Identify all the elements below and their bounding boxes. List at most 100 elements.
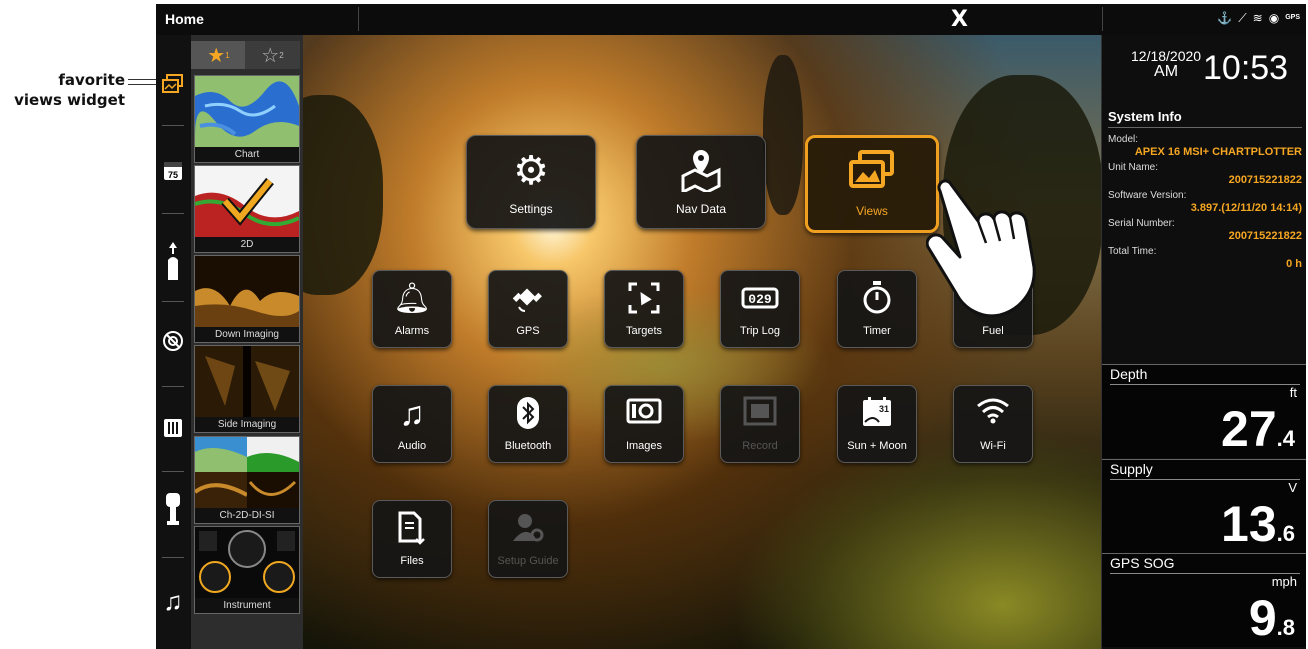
time-label: 10:53 [1203,49,1289,87]
tile-label: Down Imaging [195,327,299,342]
side-imaging-thumbnail [195,346,299,417]
views-button[interactable]: Views [805,135,939,233]
gps-button[interactable]: GPS [488,270,568,348]
star-outline-icon: ☆ [261,44,280,67]
annotation-label: favorite views widget [0,70,125,110]
svg-text:75: 75 [168,170,178,180]
down-imaging-thumbnail [195,256,299,327]
supply-gauge[interactable]: Supply V 13.6 [1102,459,1306,553]
gauge-name: GPS SOG [1110,555,1175,571]
info-row-unit-name: Unit Name: 200715221822 [1108,162,1302,186]
temperature-widget-icon[interactable]: 75 [160,157,186,183]
rail-divider [162,386,184,387]
favorite-view-ch-2d-di-si[interactable]: Ch-2D-DI-SI [194,436,300,524]
setup-guide-button[interactable]: Setup Guide [488,500,568,578]
info-row-total-time: Total Time: 0 h [1108,246,1302,270]
wifi-icon [954,396,1032,433]
wifi-button[interactable]: Wi-Fi [953,385,1033,463]
info-row-model: Model: APEX 16 MSI+ CHARTPLOTTER [1108,134,1302,158]
tile-label: Instrument [195,598,299,613]
tab-favorites-1[interactable]: ★ 1 [191,41,246,69]
tile-label: 2D [195,237,299,252]
music-widget-icon[interactable]: ♫ [160,586,186,616]
gps-sog-gauge[interactable]: GPS SOG mph 9.8 [1102,553,1306,647]
rail-divider [162,213,184,214]
tile-label: Chart [195,147,299,162]
gauge-divider [1110,384,1300,385]
timer-button[interactable]: Timer [837,270,917,348]
pointing-hand-icon [926,179,1036,318]
2d-sonar-thumbnail [195,166,299,237]
favorite-views-widget-icon[interactable] [160,71,186,97]
record-button[interactable]: Record [720,385,800,463]
gauge-unit: ft [1289,385,1297,400]
boat-widget-icon[interactable] [160,242,186,280]
favorite-view-chart[interactable]: Chart [194,75,300,163]
trip-log-button[interactable]: 029 Trip Log [720,270,800,348]
system-info: System Info Model: APEX 16 MSI+ CHARTPLO… [1108,109,1302,274]
angler-silhouette [763,55,803,215]
camera-icon [605,396,683,433]
tile-label: Ch-2D-DI-SI [195,508,299,523]
right-data-panel: 12/18/2020 AM 10:53 System Info Model: A… [1101,35,1306,649]
info-row-software: Software Version: 3.897.(12/11/20 14:14) [1108,190,1302,214]
rail-divider [162,125,184,126]
map-pin-icon [637,148,765,202]
brand-logo: X [951,7,968,32]
annotation-line2: views widget [14,91,125,109]
gauge-name: Supply [1110,461,1153,477]
files-button[interactable]: Files [372,500,452,578]
gauge-value: 9.8 [1248,590,1295,646]
sonar-widget-icon[interactable] [160,328,186,354]
settings-button[interactable]: ⚙ Settings [466,135,596,229]
combo-view-thumbnail [195,437,299,508]
calendar-sun-icon: 31 [838,396,916,437]
left-icon-rail: 75 ♫ [156,35,191,649]
audio-button[interactable]: ♫ Audio [372,385,452,463]
instrument-thumbnail [195,527,299,598]
odometer-icon: 029 [721,281,799,324]
date-time: 12/18/2020 AM 10:53 [1102,35,1306,101]
gauge-name: Depth [1110,366,1148,382]
favorite-tabs: ★ 1 ☆ 2 [191,41,303,69]
equalizer-widget-icon[interactable] [160,415,186,441]
favorite-view-side-imaging[interactable]: Side Imaging [194,345,300,433]
gauge-value: 27.4 [1221,401,1295,457]
compass-status-icon: ◉ [1268,11,1280,25]
tab-favorites-2[interactable]: ☆ 2 [245,41,300,69]
date-label: 12/18/2020 AM [1131,48,1202,80]
page-title: Home [165,11,204,27]
user-gear-icon [489,511,567,552]
sensor-status-icon: ⟋ [1238,11,1247,25]
satellite-icon [489,281,567,324]
system-info-title: System Info [1108,109,1302,128]
nav-data-button[interactable]: Nav Data [636,135,766,229]
alarms-button[interactable]: 🔔︎ Alarms [372,270,452,348]
bell-icon: 🔔︎ [392,282,432,315]
file-transfer-icon [373,511,451,554]
star-filled-icon: ★ [207,44,226,67]
device-screen: Home X ⚓ ⟋ ≋ ◉ GPS 75 ♫ ★ 1 ☆ 2 Chart 2D… [156,4,1306,649]
favorite-view-instrument[interactable]: Instrument [194,526,300,614]
target-boat-icon [605,281,683,324]
targets-button[interactable]: Targets [604,270,684,348]
gear-icon: ⚙ [513,149,549,193]
status-icons: ⚓ ⟋ ≋ ◉ GPS [1217,10,1300,26]
rail-divider [162,301,184,302]
svg-text:029: 029 [748,292,772,307]
depth-gauge[interactable]: Depth ft 27.4 [1102,364,1306,458]
images-button[interactable]: Images [604,385,684,463]
engine-widget-icon[interactable] [160,493,186,525]
music-note-icon: ♫ [399,395,425,433]
autopilot-status-icon: ⚓ [1217,11,1233,25]
favorite-view-down-imaging[interactable]: Down Imaging [194,255,300,343]
annotation-pointer [128,79,158,85]
gauge-unit: mph [1271,574,1297,589]
favorite-view-2d[interactable]: 2D [194,165,300,253]
favorite-views-panel: ★ 1 ☆ 2 Chart 2D Down Imaging Side Imagi… [191,35,303,649]
temperature-status-icon: ≋ [1252,11,1263,25]
bluetooth-icon [489,396,567,439]
sun-moon-button[interactable]: 31 Sun + Moon [837,385,917,463]
rail-divider [162,471,184,472]
bluetooth-button[interactable]: Bluetooth [488,385,568,463]
